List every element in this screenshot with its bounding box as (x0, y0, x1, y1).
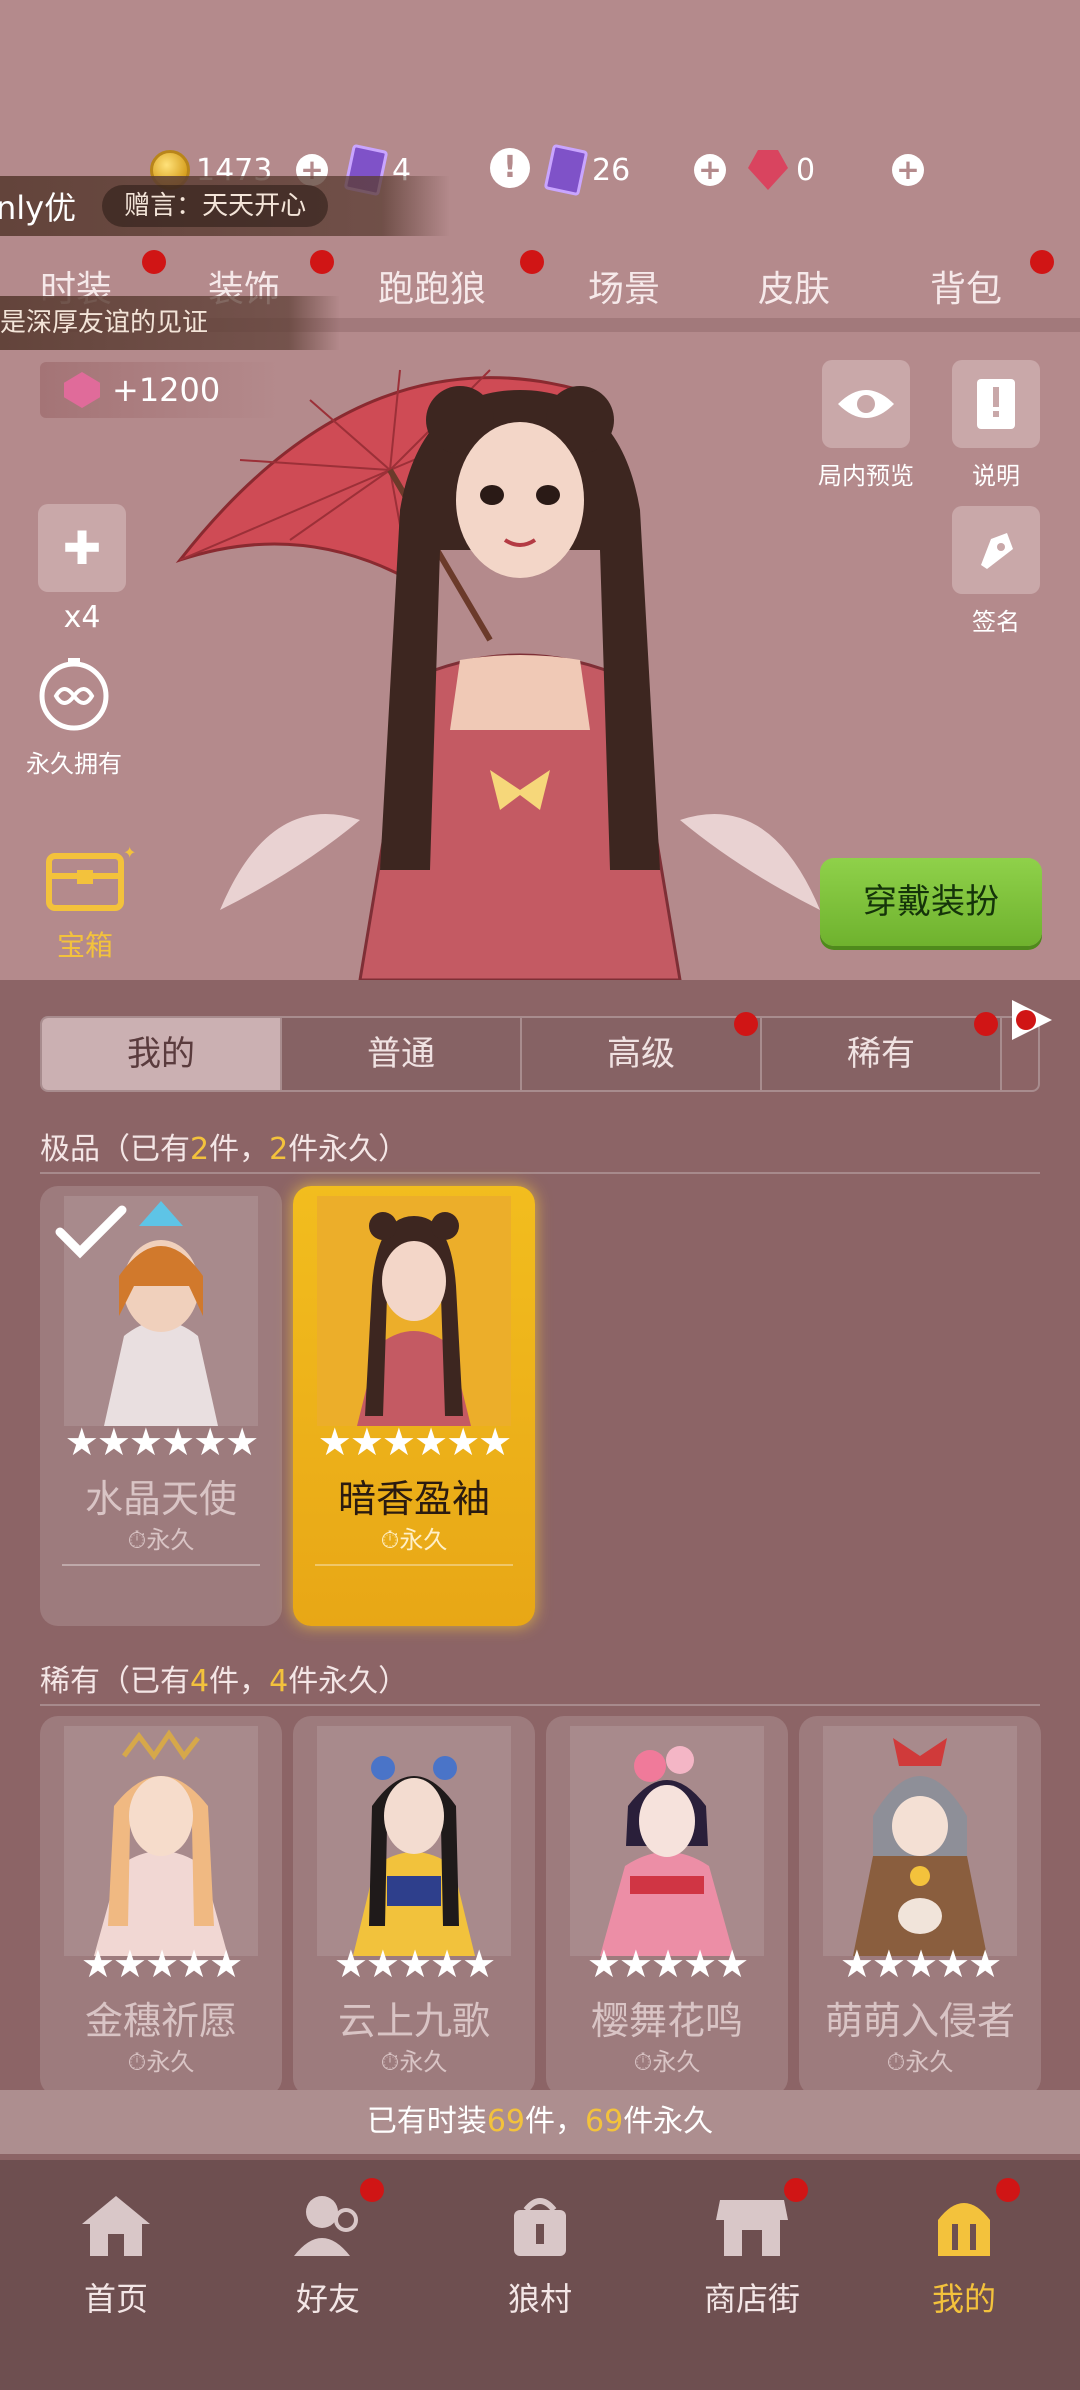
friendship-note: 是深厚友谊的见证 (0, 296, 340, 350)
outfit-duration: ⏱永久 (127, 1526, 195, 1554)
divider (315, 1564, 513, 1566)
outfit-duration: ⏱永久 (886, 2048, 954, 2076)
divider (40, 1704, 1040, 1706)
rating-stars: ★★★★★ (586, 1942, 749, 1986)
divider (40, 1172, 1040, 1174)
ticket-icon (543, 143, 589, 197)
outfit-duration: ⏱永久 (380, 1526, 448, 1554)
collection-summary: 已有时装69件，69件永久 (0, 2090, 1080, 2154)
friends-icon (294, 2196, 358, 2256)
tab-normal[interactable]: 普通 (282, 1018, 522, 1090)
add-gems-button[interactable]: + (892, 154, 924, 186)
book-icon (952, 360, 1040, 448)
puzzle-icon: ✚ (38, 504, 126, 592)
tab-runner[interactable]: 跑跑狼 (378, 260, 486, 312)
explain-button[interactable]: 说明 (952, 360, 1040, 491)
nav-home[interactable]: 首页 (36, 2190, 196, 2320)
outfit-card-selected[interactable]: ★★★★★★ 暗香盈袖 ⏱永久 (293, 1186, 535, 1626)
gem-counter: 0 (748, 140, 815, 200)
nav-friends[interactable]: 好友 (248, 2190, 408, 2320)
outfit-portrait (64, 1726, 258, 1956)
notification-dot (360, 2178, 384, 2202)
outfit-card[interactable]: ★★★★★ 云上九歌 ⏱永久 (293, 1716, 535, 2096)
outfit-name: 暗香盈袖 (337, 1477, 490, 1521)
profile-icon (938, 2203, 990, 2256)
equip-button[interactable]: 穿戴装扮 (820, 858, 1042, 946)
eye-icon (822, 360, 910, 448)
section-header-premium: 极品（已有2件，2件永久） (40, 1132, 409, 1167)
ticket-counter: 26 (543, 140, 630, 200)
rating-stars: ★★★★★★ (64, 1420, 259, 1464)
nav-shop[interactable]: 商店街 (672, 2190, 832, 2320)
outfit-duration: ⏱永久 (633, 2048, 701, 2076)
outfit-card[interactable]: ★★★★★ 萌萌入侵者 ⏱永久 (799, 1716, 1041, 2096)
gift-message: 赠言：天天开心 (102, 185, 329, 227)
gift-banner: nly优 赠言：天天开心 (0, 176, 450, 236)
add-tickets-button[interactable]: + (694, 154, 726, 186)
outfit-duration: ⏱永久 (380, 2048, 448, 2076)
chest-button[interactable]: ✦ 宝箱 (30, 843, 140, 964)
notification-dot (142, 250, 166, 274)
outfit-card[interactable]: ★★★★★ 樱舞花鸣 ⏱永久 (546, 1716, 788, 2096)
nav-village[interactable]: 狼村 (460, 2190, 620, 2320)
notification-dot (784, 2178, 808, 2202)
outfit-name: 樱舞花鸣 (590, 1999, 743, 2043)
sign-button[interactable]: 签名 (952, 506, 1040, 637)
infinity-clock-icon (39, 658, 109, 731)
outfit-portrait (823, 1726, 1017, 1956)
rating-stars: ★★★★★★ (317, 1420, 512, 1464)
outfit-name: 金穗祈愿 (84, 1999, 237, 2043)
charm-gem-icon (64, 372, 100, 408)
rating-stars: ★★★★★ (333, 1942, 496, 1986)
scroll-right-icon[interactable] (1008, 996, 1056, 1044)
rarity-tabs: 我的 普通 高级 稀有 (40, 1016, 1040, 1092)
outfit-duration: ⏱永久 (127, 2048, 195, 2076)
bottom-navigation: 首页 好友 狼村 商店街 我的 (0, 2160, 1080, 2390)
gift-sender: nly优 (0, 189, 77, 227)
village-icon (514, 2198, 566, 2256)
tab-scene[interactable]: 场景 (588, 260, 660, 312)
character-illustration (175, 369, 820, 980)
outfit-name: 萌萌入侵者 (824, 1999, 1015, 2043)
showcase-area: 1473 4 26 0 + ! + + nly优 赠言：天天开心 时装 装饰 跑… (0, 0, 1080, 980)
outfit-portrait (570, 1726, 764, 1956)
puzzle-button[interactable]: ✚ x4 (38, 504, 126, 635)
outfit-card[interactable]: ★★★★★ 金穗祈愿 ⏱永久 (40, 1716, 282, 2096)
notification-dot (734, 1012, 758, 1036)
outfit-card[interactable]: ★★★★★★ 水晶天使 ⏱永久 (40, 1186, 282, 1626)
outfit-portrait (317, 1726, 511, 1956)
notification-dot (1030, 250, 1054, 274)
outfit-name: 云上九歌 (337, 1999, 490, 2043)
notification-dot (996, 2178, 1020, 2202)
tab-backpack[interactable]: 背包 (930, 260, 1002, 312)
alert-icon[interactable]: ! (490, 148, 530, 188)
gem-icon (748, 150, 788, 190)
nav-mine[interactable]: 我的 (884, 2190, 1044, 2320)
divider (62, 1564, 260, 1566)
chest-icon: ✦ (46, 843, 136, 911)
shop-icon (716, 2200, 788, 2256)
notification-dot (974, 1012, 998, 1036)
outfit-portrait (317, 1196, 511, 1426)
notification-dot (520, 250, 544, 274)
tab-rare[interactable]: 稀有 (762, 1018, 1002, 1090)
preview-button[interactable]: 局内预览 (818, 360, 914, 491)
notification-dot (310, 250, 334, 274)
section-header-rare: 稀有（已有4件，4件永久） (40, 1664, 409, 1699)
tab-skin[interactable]: 皮肤 (758, 260, 830, 312)
tab-advanced[interactable]: 高级 (522, 1018, 762, 1090)
permanent-button[interactable]: 永久拥有 (26, 654, 122, 779)
outfit-name: 水晶天使 (84, 1477, 237, 1521)
equipped-check-icon (55, 1205, 127, 1259)
rating-stars: ★★★★★ (80, 1942, 243, 1986)
pen-icon (952, 506, 1040, 594)
home-icon (82, 2196, 150, 2256)
svg-text:✦: ✦ (123, 846, 135, 862)
rating-stars: ★★★★★ (839, 1942, 1002, 1986)
tab-mine[interactable]: 我的 (42, 1018, 282, 1090)
